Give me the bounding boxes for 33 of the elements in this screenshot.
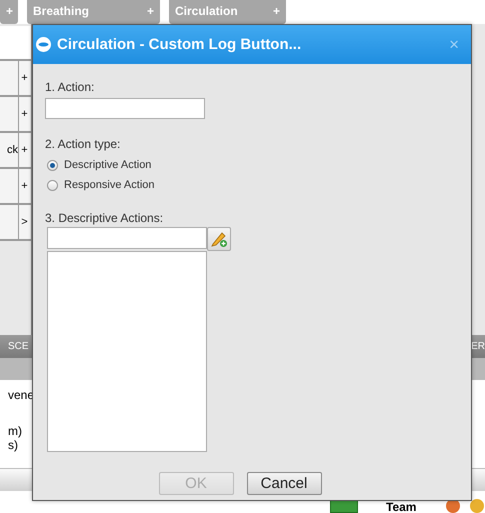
field-label: 2. Action type:	[45, 137, 122, 151]
tab-label: Circulation	[175, 3, 238, 20]
radio-label[interactable]: Descriptive Action	[64, 159, 152, 171]
table-cell	[0, 205, 18, 239]
logo-icon	[36, 37, 51, 52]
list-text: m)	[8, 424, 23, 438]
table-cell	[0, 169, 18, 203]
section-title: ER	[471, 341, 485, 352]
row-button[interactable]: >	[18, 205, 30, 239]
radio-button[interactable]	[47, 180, 58, 190]
action-input[interactable]	[45, 98, 205, 119]
table-cell: ck	[0, 133, 18, 167]
list-text: s)	[8, 438, 19, 452]
table-cell	[0, 61, 18, 95]
dialog-title: Circulation - Custom Log Button...	[57, 36, 302, 53]
pencil-add-icon	[210, 230, 228, 248]
actions-listbox[interactable]	[47, 251, 207, 452]
row-button[interactable]: +	[18, 61, 30, 95]
panel-cell	[0, 26, 31, 61]
field-label: 3. Descriptive Actions:	[45, 211, 164, 225]
edit-add-button[interactable]	[207, 227, 231, 251]
radio-label[interactable]: Responsive Action	[64, 179, 154, 191]
action-input[interactable]	[47, 227, 207, 249]
dialog-button[interactable]: Cancel	[246, 472, 322, 495]
row-button[interactable]: +	[18, 97, 30, 131]
section-title: SCE	[8, 341, 29, 352]
radio-button[interactable]	[47, 160, 58, 170]
table-cell	[0, 97, 18, 131]
tab-label: Breathing	[33, 3, 90, 20]
field-label: 1. Action:	[45, 80, 96, 94]
row-button[interactable]: +	[18, 133, 30, 167]
row-button[interactable]: +	[18, 169, 30, 203]
team-label: Team	[386, 502, 416, 513]
